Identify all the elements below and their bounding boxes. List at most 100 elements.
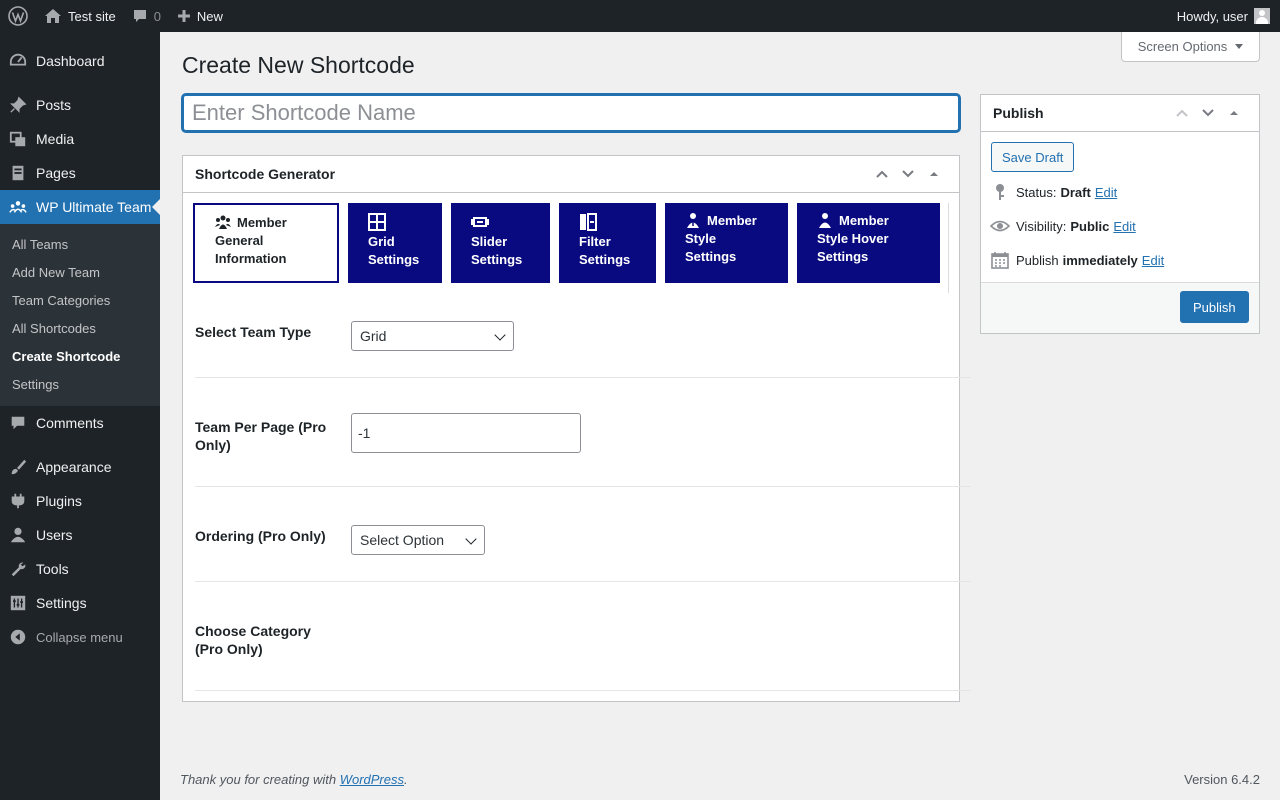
sidebar-item-label: Comments (36, 415, 104, 431)
sidebar-item-settings[interactable]: Settings (0, 586, 160, 620)
new-content-link[interactable]: New (169, 0, 231, 32)
page-title: Create New Shortcode (182, 52, 415, 78)
tab-member-style-settings[interactable]: Member Style Settings (665, 203, 788, 283)
footer-thanks: Thank you for creating with WordPress. (180, 772, 408, 787)
group-icon (215, 215, 231, 229)
sidebar-item-label: Settings (36, 595, 87, 611)
tab-label: Slider (471, 234, 508, 249)
site-name: Test site (68, 8, 116, 24)
postbox-header: Shortcode Generator (183, 156, 959, 193)
edit-status-link[interactable]: Edit (1095, 185, 1117, 200)
tab-divider (948, 203, 949, 293)
team-submenu: All Teams Add New Team Team Categories A… (0, 224, 160, 406)
shortcode-name-input[interactable] (182, 94, 960, 132)
new-label: New (196, 8, 223, 24)
wordpress-logo-icon[interactable] (0, 0, 36, 32)
dashboard-icon (8, 51, 28, 71)
tab-label: Settings (817, 249, 869, 264)
pin-icon (8, 95, 28, 115)
publish-button[interactable]: Publish (1180, 291, 1249, 323)
sidebar-item-posts[interactable]: Posts (0, 88, 160, 122)
toggle-panel-icon[interactable] (921, 161, 947, 187)
sidebar-item-appearance[interactable]: Appearance (0, 450, 160, 484)
sidebar-item-comments[interactable]: Comments (0, 406, 160, 440)
sidebar-item-label: Appearance (36, 459, 112, 475)
calendar-icon (990, 250, 1010, 270)
submenu-settings[interactable]: Settings (0, 372, 160, 400)
admin-sidebar: Dashboard Posts Media Pages WP Ultimate … (0, 32, 160, 800)
tab-member-general-information[interactable]: Member General Information (193, 203, 339, 283)
sidebar-item-label: Posts (36, 97, 72, 113)
publish-label: Publish (1016, 252, 1059, 268)
screen-options-label: Screen Options (1137, 39, 1228, 54)
sidebar-item-label: Media (36, 131, 75, 147)
admin-bar: Test site 0 New Howdy, user (0, 0, 1280, 32)
sidebar-item-tools[interactable]: Tools (0, 552, 160, 586)
publish-title: Publish (993, 105, 1044, 121)
sidebar-item-label: Dashboard (36, 53, 105, 69)
grid-icon (368, 213, 386, 231)
shortcode-generator-box: Shortcode Generator Member General Infor… (182, 155, 971, 702)
category-label-line-2: (Pro Only) (195, 641, 263, 657)
team-type-select[interactable]: Grid (351, 321, 514, 351)
submenu-team-categories[interactable]: Team Categories (0, 288, 160, 316)
tab-label: Style (685, 231, 717, 246)
sidebar-item-wp-ultimate-team[interactable]: WP Ultimate Team (0, 190, 160, 224)
edit-visibility-link[interactable]: Edit (1113, 219, 1135, 234)
tab-member-style-hover-settings[interactable]: Member Style Hover Settings (797, 203, 940, 283)
ordering-select[interactable]: Select Option (351, 525, 485, 555)
sidebar-item-label: Plugins (36, 493, 82, 509)
screen-options-button[interactable]: Screen Options (1121, 32, 1260, 62)
sidebar-item-pages[interactable]: Pages (0, 156, 160, 190)
tab-slider-settings[interactable]: Slider Settings (451, 203, 550, 283)
home-icon (45, 9, 61, 23)
sidebar-item-plugins[interactable]: Plugins (0, 484, 160, 518)
submenu-add-new-team[interactable]: Add New Team (0, 260, 160, 288)
per-page-label: Team Per Page (Pro Only) (195, 418, 335, 454)
save-draft-button[interactable]: Save Draft (991, 142, 1075, 172)
my-account-link[interactable]: Howdy, user (1169, 0, 1280, 32)
collapse-label: Collapse menu (36, 629, 123, 645)
tab-grid-settings[interactable]: Grid Settings (348, 203, 442, 283)
category-label-line-1: Choose Category (195, 623, 311, 639)
eye-icon (990, 216, 1010, 236)
footer-version: Version 6.4.2 (1184, 772, 1260, 787)
publish-date-row: Publish immediately Edit (990, 250, 1164, 270)
status-label: Status: (1016, 184, 1057, 200)
pages-icon (8, 163, 28, 183)
move-up-icon[interactable] (869, 161, 895, 187)
generator-tabs: Member General Information Grid Settings… (193, 203, 949, 283)
comments-link[interactable]: 0 (124, 0, 169, 32)
tab-filter-settings[interactable]: Filter Settings (559, 203, 656, 283)
wrench-icon (8, 559, 28, 579)
plugin-icon (8, 491, 28, 511)
postbox-header: Publish (981, 95, 1259, 132)
move-down-icon[interactable] (895, 161, 921, 187)
visibility-label: Visibility: (1016, 218, 1067, 234)
team-type-label: Select Team Type (195, 324, 312, 340)
submenu-all-shortcodes[interactable]: All Shortcodes (0, 316, 160, 344)
submenu-all-teams[interactable]: All Teams (0, 232, 160, 260)
move-up-icon[interactable] (1169, 100, 1195, 126)
per-page-input[interactable]: -1 (351, 413, 581, 453)
submenu-create-shortcode[interactable]: Create Shortcode (0, 344, 160, 372)
sidebar-item-users[interactable]: Users (0, 518, 160, 552)
status-value: Draft (1060, 184, 1091, 200)
tab-label: Settings (471, 252, 523, 267)
ordering-value: Select Option (360, 532, 445, 548)
comment-icon (8, 413, 28, 433)
edit-publish-date-link[interactable]: Edit (1142, 253, 1164, 268)
member-icon (687, 213, 699, 228)
howdy-text: Howdy, user (1176, 8, 1248, 24)
settings-icon (8, 593, 28, 613)
sidebar-item-media[interactable]: Media (0, 122, 160, 156)
field-row-team-type: Select Team Type Grid (195, 291, 971, 378)
collapse-menu-button[interactable]: Collapse menu (0, 620, 160, 654)
wordpress-link[interactable]: WordPress (340, 772, 404, 787)
generator-title: Shortcode Generator (195, 166, 336, 182)
sidebar-item-dashboard[interactable]: Dashboard (0, 44, 160, 78)
status-row: Status: Draft Edit (990, 182, 1117, 202)
move-down-icon[interactable] (1195, 100, 1221, 126)
site-name-link[interactable]: Test site (36, 0, 124, 32)
toggle-panel-icon[interactable] (1221, 100, 1247, 126)
